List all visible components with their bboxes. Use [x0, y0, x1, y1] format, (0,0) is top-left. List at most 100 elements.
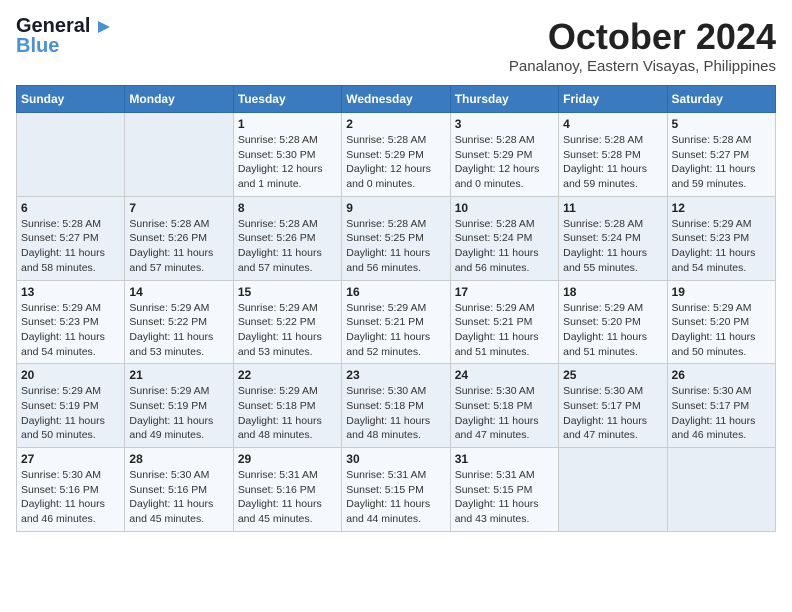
day-number: 23	[346, 368, 445, 382]
day-number: 13	[21, 285, 120, 299]
weekday-header-row: SundayMondayTuesdayWednesdayThursdayFrid…	[17, 86, 776, 113]
day-info: Sunrise: 5:29 AM Sunset: 5:21 PM Dayligh…	[346, 301, 445, 360]
weekday-header-monday: Monday	[125, 86, 233, 113]
day-number: 4	[563, 117, 662, 131]
day-info: Sunrise: 5:29 AM Sunset: 5:20 PM Dayligh…	[563, 301, 662, 360]
day-info: Sunrise: 5:29 AM Sunset: 5:22 PM Dayligh…	[238, 301, 337, 360]
logo-icon	[96, 19, 112, 35]
calendar-day-cell: 7Sunrise: 5:28 AM Sunset: 5:26 PM Daylig…	[125, 196, 233, 280]
day-number: 22	[238, 368, 337, 382]
calendar-empty-cell	[667, 448, 775, 532]
day-number: 16	[346, 285, 445, 299]
page-header: General Blue October 2024 Panalanoy, Eas…	[16, 16, 776, 75]
calendar-day-cell: 20 Sunrise: 5:29 AM Sunset: 5:19 PM Dayli…	[17, 364, 125, 448]
calendar-day-cell: 3 Sunrise: 5:28 AM Sunset: 5:29 PM Daylig…	[450, 113, 558, 197]
day-info: Sunrise: 5:29 AM Sunset: 5:23 PM Dayligh…	[21, 301, 120, 360]
day-info: Sunrise: 5:30 AM Sunset: 5:17 PM Dayligh…	[672, 384, 771, 443]
day-number: 15	[238, 285, 337, 299]
day-info: Sunrise: 5:30 AM Sunset: 5:18 PM Dayligh…	[346, 384, 445, 443]
day-info: Sunrise: 5:29 AM Sunset: 5:20 PM Dayligh…	[672, 301, 771, 360]
day-info: Sunrise: 5:29 AM Sunset: 5:18 PM Dayligh…	[238, 384, 337, 443]
day-info: Sunrise: 5:29 AM Sunset: 5:19 PM Dayligh…	[129, 384, 228, 443]
title-block: October 2024 Panalanoy, Eastern Visayas,…	[509, 16, 776, 75]
day-number: 20	[21, 368, 120, 382]
calendar-day-cell: 5Sunrise: 5:28 AM Sunset: 5:27 PM Daylig…	[667, 113, 775, 197]
day-number: 19	[672, 285, 771, 299]
day-info: Sunrise: 5:28 AM Sunset: 5:28 PM Dayligh…	[563, 133, 662, 192]
calendar-day-cell: 6 Sunrise: 5:28 AM Sunset: 5:27 PM Daylig…	[17, 196, 125, 280]
location-subtitle: Panalanoy, Eastern Visayas, Philippines	[509, 58, 776, 75]
day-info: Sunrise: 5:28 AM Sunset: 5:27 PM Dayligh…	[21, 217, 120, 276]
day-info: Sunrise: 5:28 AM Sunset: 5:25 PM Dayligh…	[346, 217, 445, 276]
month-title: October 2024	[509, 16, 776, 58]
day-number: 11	[563, 201, 662, 215]
day-info: Sunrise: 5:29 AM Sunset: 5:23 PM Dayligh…	[672, 217, 771, 276]
calendar-week-row: 6 Sunrise: 5:28 AM Sunset: 5:27 PM Daylig…	[17, 196, 776, 280]
weekday-header-thursday: Thursday	[450, 86, 558, 113]
day-number: 31	[455, 452, 554, 466]
calendar-day-cell: 15 Sunrise: 5:29 AM Sunset: 5:22 PM Dayli…	[233, 280, 341, 364]
day-info: Sunrise: 5:29 AM Sunset: 5:19 PM Dayligh…	[21, 384, 120, 443]
day-number: 7	[129, 201, 228, 215]
calendar-day-cell: 28 Sunrise: 5:30 AM Sunset: 5:16 PM Dayli…	[125, 448, 233, 532]
calendar-day-cell: 22 Sunrise: 5:29 AM Sunset: 5:18 PM Dayli…	[233, 364, 341, 448]
logo: General Blue	[16, 16, 112, 56]
calendar-day-cell: 31 Sunrise: 5:31 AM Sunset: 5:15 PM Dayli…	[450, 448, 558, 532]
day-number: 12	[672, 201, 771, 215]
day-info: Sunrise: 5:31 AM Sunset: 5:16 PM Dayligh…	[238, 468, 337, 527]
day-number: 21	[129, 368, 228, 382]
calendar-day-cell: 11 Sunrise: 5:28 AM Sunset: 5:24 PM Dayli…	[559, 196, 667, 280]
day-number: 14	[129, 285, 228, 299]
calendar-week-row: 20 Sunrise: 5:29 AM Sunset: 5:19 PM Dayli…	[17, 364, 776, 448]
day-info: Sunrise: 5:31 AM Sunset: 5:15 PM Dayligh…	[455, 468, 554, 527]
calendar-table: SundayMondayTuesdayWednesdayThursdayFrid…	[16, 85, 776, 532]
day-number: 28	[129, 452, 228, 466]
calendar-week-row: 1 Sunrise: 5:28 AM Sunset: 5:30 PM Daylig…	[17, 113, 776, 197]
day-info: Sunrise: 5:28 AM Sunset: 5:30 PM Dayligh…	[238, 133, 337, 192]
day-number: 17	[455, 285, 554, 299]
day-info: Sunrise: 5:29 AM Sunset: 5:22 PM Dayligh…	[129, 301, 228, 360]
calendar-empty-cell	[559, 448, 667, 532]
day-number: 9	[346, 201, 445, 215]
calendar-day-cell: 26 Sunrise: 5:30 AM Sunset: 5:17 PM Dayli…	[667, 364, 775, 448]
day-info: Sunrise: 5:28 AM Sunset: 5:26 PM Dayligh…	[238, 217, 337, 276]
day-info: Sunrise: 5:30 AM Sunset: 5:18 PM Dayligh…	[455, 384, 554, 443]
day-number: 5	[672, 117, 771, 131]
day-info: Sunrise: 5:30 AM Sunset: 5:17 PM Dayligh…	[563, 384, 662, 443]
day-number: 1	[238, 117, 337, 131]
day-number: 3	[455, 117, 554, 131]
day-number: 8	[238, 201, 337, 215]
calendar-week-row: 13 Sunrise: 5:29 AM Sunset: 5:23 PM Dayli…	[17, 280, 776, 364]
calendar-day-cell: 21 Sunrise: 5:29 AM Sunset: 5:19 PM Dayli…	[125, 364, 233, 448]
calendar-day-cell: 9 Sunrise: 5:28 AM Sunset: 5:25 PM Daylig…	[342, 196, 450, 280]
day-info: Sunrise: 5:28 AM Sunset: 5:29 PM Dayligh…	[346, 133, 445, 192]
calendar-day-cell: 17Sunrise: 5:29 AM Sunset: 5:21 PM Dayli…	[450, 280, 558, 364]
day-info: Sunrise: 5:30 AM Sunset: 5:16 PM Dayligh…	[129, 468, 228, 527]
calendar-day-cell: 19 Sunrise: 5:29 AM Sunset: 5:20 PM Dayli…	[667, 280, 775, 364]
weekday-header-tuesday: Tuesday	[233, 86, 341, 113]
day-info: Sunrise: 5:28 AM Sunset: 5:24 PM Dayligh…	[455, 217, 554, 276]
calendar-day-cell: 10 Sunrise: 5:28 AM Sunset: 5:24 PM Dayli…	[450, 196, 558, 280]
calendar-day-cell: 27 Sunrise: 5:30 AM Sunset: 5:16 PM Dayli…	[17, 448, 125, 532]
day-number: 10	[455, 201, 554, 215]
calendar-day-cell: 23 Sunrise: 5:30 AM Sunset: 5:18 PM Dayli…	[342, 364, 450, 448]
calendar-day-cell: 1 Sunrise: 5:28 AM Sunset: 5:30 PM Daylig…	[233, 113, 341, 197]
logo-general: General	[16, 15, 90, 37]
calendar-day-cell: 8 Sunrise: 5:28 AM Sunset: 5:26 PM Daylig…	[233, 196, 341, 280]
calendar-day-cell: 16 Sunrise: 5:29 AM Sunset: 5:21 PM Dayli…	[342, 280, 450, 364]
calendar-day-cell: 14 Sunrise: 5:29 AM Sunset: 5:22 PM Dayli…	[125, 280, 233, 364]
calendar-day-cell: 24Sunrise: 5:30 AM Sunset: 5:18 PM Dayli…	[450, 364, 558, 448]
day-number: 18	[563, 285, 662, 299]
day-info: Sunrise: 5:31 AM Sunset: 5:15 PM Dayligh…	[346, 468, 445, 527]
logo-blue: Blue	[16, 36, 59, 56]
calendar-day-cell: 29 Sunrise: 5:31 AM Sunset: 5:16 PM Dayli…	[233, 448, 341, 532]
day-number: 6	[21, 201, 120, 215]
day-info: Sunrise: 5:28 AM Sunset: 5:29 PM Dayligh…	[455, 133, 554, 192]
day-info: Sunrise: 5:30 AM Sunset: 5:16 PM Dayligh…	[21, 468, 120, 527]
day-number: 2	[346, 117, 445, 131]
day-number: 29	[238, 452, 337, 466]
day-number: 25	[563, 368, 662, 382]
day-number: 27	[21, 452, 120, 466]
day-info: Sunrise: 5:28 AM Sunset: 5:24 PM Dayligh…	[563, 217, 662, 276]
day-number: 26	[672, 368, 771, 382]
